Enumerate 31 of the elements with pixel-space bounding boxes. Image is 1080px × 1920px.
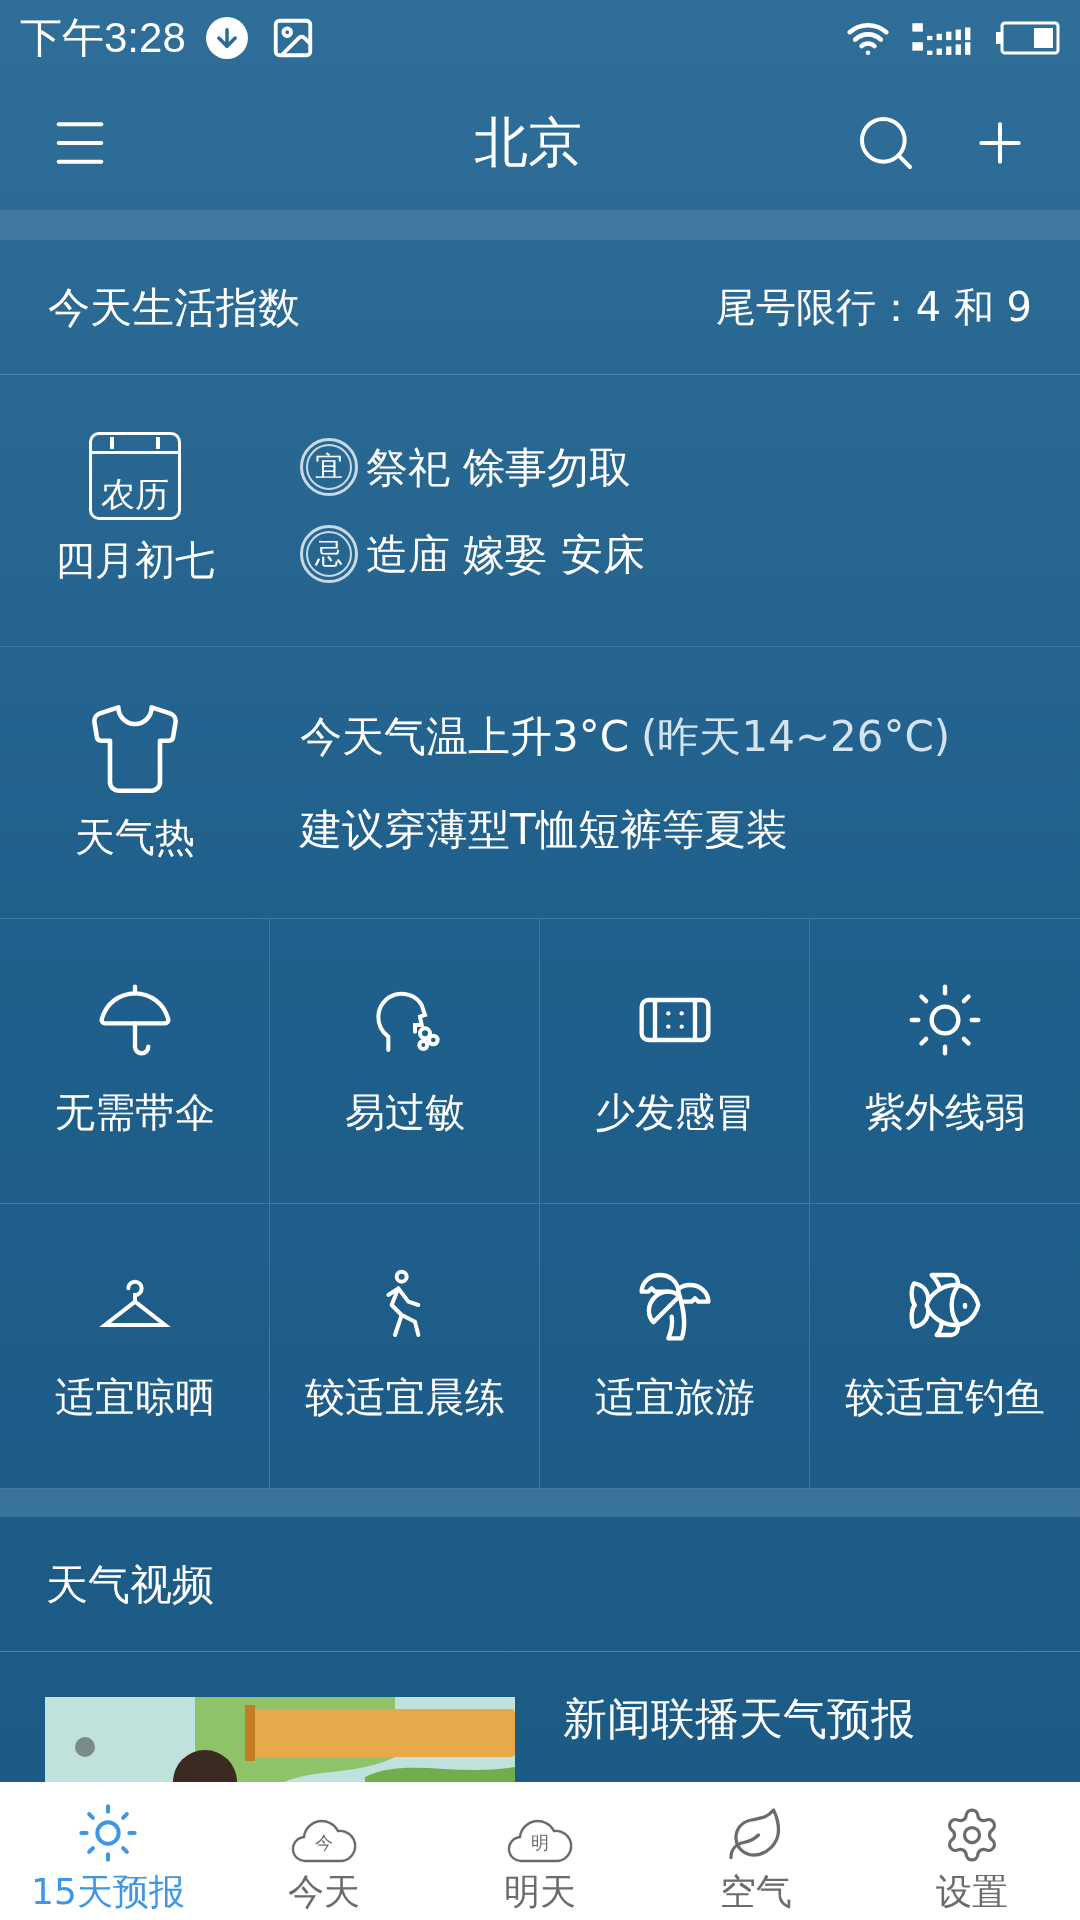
nav-tab[interactable]: 今 今天: [216, 1782, 432, 1920]
almanac-text: 祭祀 馀事勿取: [366, 441, 632, 494]
nav-tab[interactable]: 空气: [648, 1782, 864, 1920]
section-title: 今天生活指数: [48, 281, 300, 334]
section-title: 天气视频: [46, 1558, 214, 1611]
status-time: 下午3:28: [20, 13, 186, 63]
calendar-icon: 农历: [89, 431, 181, 520]
video-title: 新闻联播天气预报: [563, 1697, 915, 1746]
index-label: 无需带伞: [54, 1088, 215, 1137]
yesterday-range: (昨天14~26°C): [641, 710, 951, 763]
index-label: 少发感冒: [594, 1088, 755, 1137]
lunar-date: 四月初七: [55, 535, 215, 585]
download-icon: [205, 16, 248, 59]
almanac-text: 造庙 嫁娶 安床: [366, 528, 645, 581]
plate-restriction: 尾号限行：4 和 9: [715, 283, 1032, 332]
nav-tab[interactable]: 设置: [864, 1782, 1080, 1920]
nav-tab[interactable]: 15天预报: [0, 1782, 216, 1920]
index-label: 适宜晾晒: [54, 1373, 215, 1422]
clothing-advice: 建议穿薄型T恤短裤等夏装: [300, 803, 789, 856]
almanac-badge: 忌: [300, 525, 358, 583]
index-label: 较适宜晨练: [304, 1373, 505, 1422]
index-label: 易过敏: [344, 1088, 465, 1137]
city-title: 北京: [473, 110, 583, 176]
temperature-change: 今天气温上升3°C: [300, 710, 630, 763]
clothing-label: 天气热: [75, 812, 195, 862]
index-label: 紫外线弱: [865, 1088, 1025, 1137]
index-label: 较适宜钓鱼: [845, 1373, 1045, 1422]
almanac-badge: 宜: [300, 438, 358, 496]
battery-icon: [996, 19, 1060, 56]
nav-tab[interactable]: 明 明天: [432, 1782, 648, 1920]
index-label: 适宜旅游: [594, 1373, 755, 1422]
